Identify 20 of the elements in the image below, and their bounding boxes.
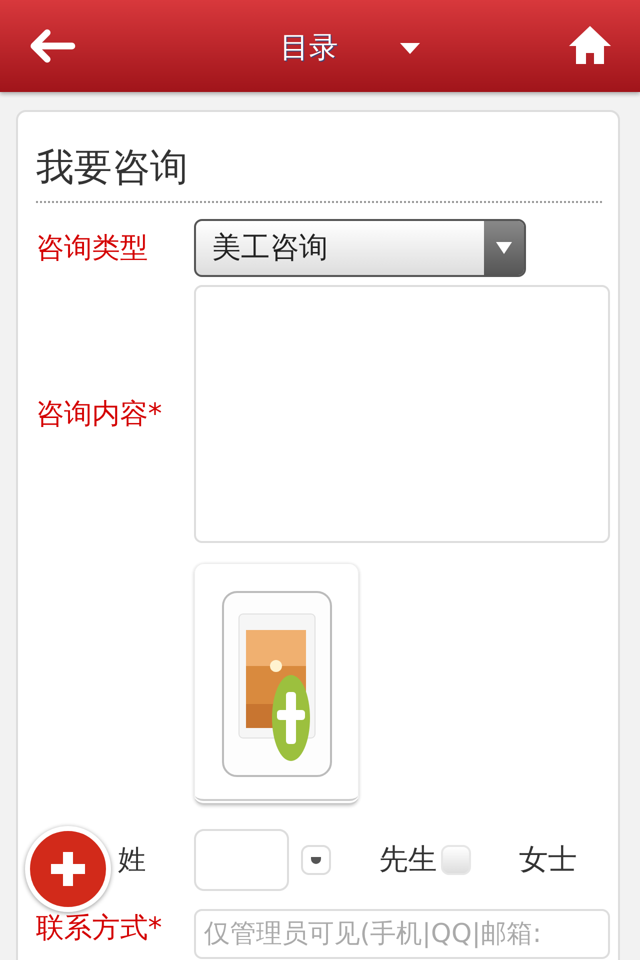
field-label: 姓 (118, 842, 146, 878)
type-select[interactable]: 美工咨询 (194, 219, 526, 277)
contact-field[interactable]: 仅管理员可见(手机|QQ|邮箱: (194, 909, 610, 959)
home-icon[interactable] (568, 25, 612, 65)
option-label: 女士 (519, 841, 577, 878)
content-field[interactable] (194, 285, 610, 543)
upload-tile[interactable] (194, 563, 359, 805)
add-photo-icon (220, 590, 332, 780)
field-label: 咨询类型 (36, 230, 149, 266)
caret-icon[interactable] (400, 43, 420, 55)
field-label: 咨询内容* (36, 396, 163, 432)
radio-button[interactable] (301, 845, 331, 875)
field-label: 联系方式* (36, 910, 163, 946)
option-label: 先生 (379, 841, 437, 878)
name-field[interactable] (194, 829, 289, 891)
dropdown-icon (496, 242, 512, 254)
radio-button[interactable] (441, 845, 471, 875)
form-title: 我要咨询 (36, 142, 602, 203)
plus-icon (48, 849, 88, 889)
page-title[interactable]: 目录 (280, 28, 338, 68)
